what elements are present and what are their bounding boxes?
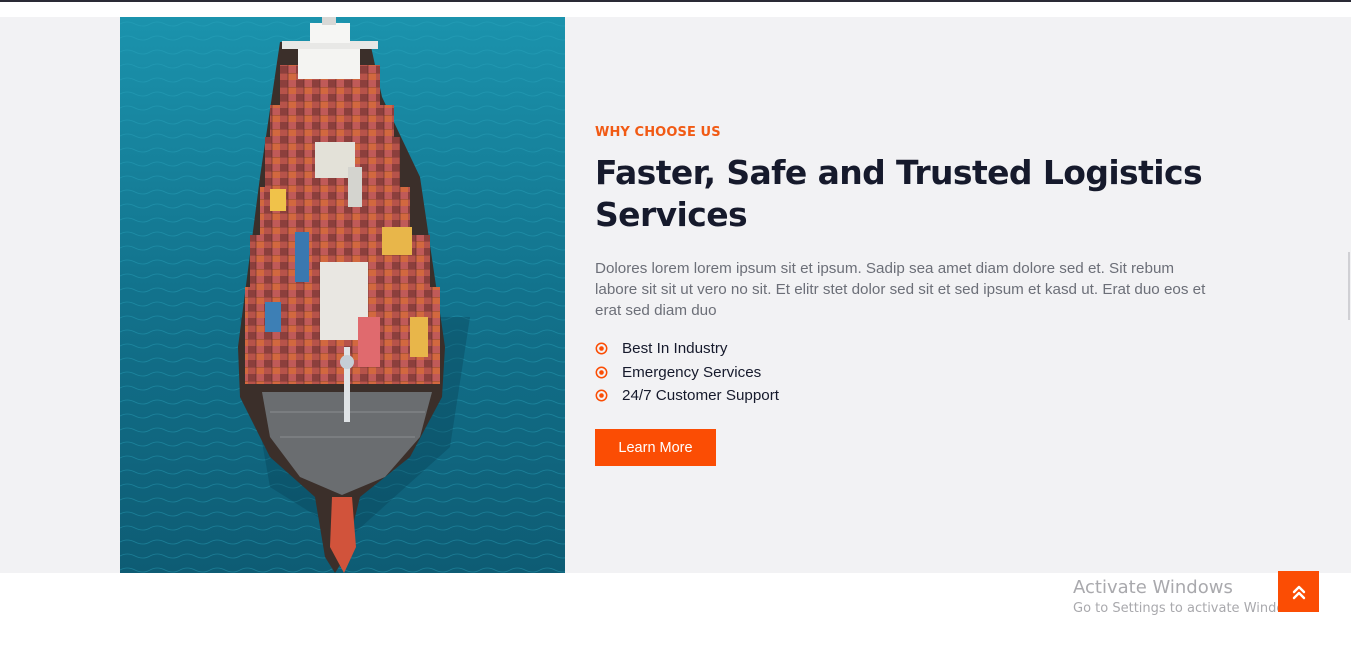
back-to-top-button[interactable]: [1278, 571, 1319, 612]
section-eyebrow: WHY CHOOSE US: [595, 125, 721, 140]
double-chevron-up-icon: [1292, 585, 1305, 599]
feature-item: Best In Industry: [595, 337, 1225, 361]
dot-circle-icon: [595, 389, 608, 402]
watermark-title: Activate Windows: [1073, 577, 1233, 598]
dot-circle-icon: [595, 366, 608, 379]
watermark-subtitle: Go to Settings to activate Windows.: [1073, 601, 1306, 616]
section-description: Dolores lorem lorem ipsum sit et ipsum. …: [595, 260, 1206, 319]
about-content: WHY CHOOSE US Faster, Safe and Trusted L…: [595, 124, 1225, 466]
feature-label: Emergency Services: [622, 363, 762, 381]
dot-circle-icon: [595, 342, 608, 355]
top-border: [0, 0, 1351, 2]
section-headline: Faster, Safe and Trusted Logistics Servi…: [595, 152, 1225, 236]
headline-line-2: Services: [595, 195, 748, 234]
windows-activation-watermark: Activate Windows Go to Settings to activ…: [1073, 576, 1306, 618]
headline-line-1: Faster, Safe and Trusted Logistics: [595, 153, 1203, 192]
feature-list: Best In Industry Emergency Services 24/7…: [595, 337, 1225, 408]
scrollbar-thumb[interactable]: [1348, 252, 1350, 320]
feature-label: 24/7 Customer Support: [622, 387, 780, 405]
cargo-ship-image: [120, 17, 565, 573]
feature-item: 24/7 Customer Support: [595, 384, 1225, 408]
feature-item: Emergency Services: [595, 361, 1225, 385]
feature-label: Best In Industry: [622, 340, 728, 358]
learn-more-button[interactable]: Learn More: [595, 429, 716, 466]
